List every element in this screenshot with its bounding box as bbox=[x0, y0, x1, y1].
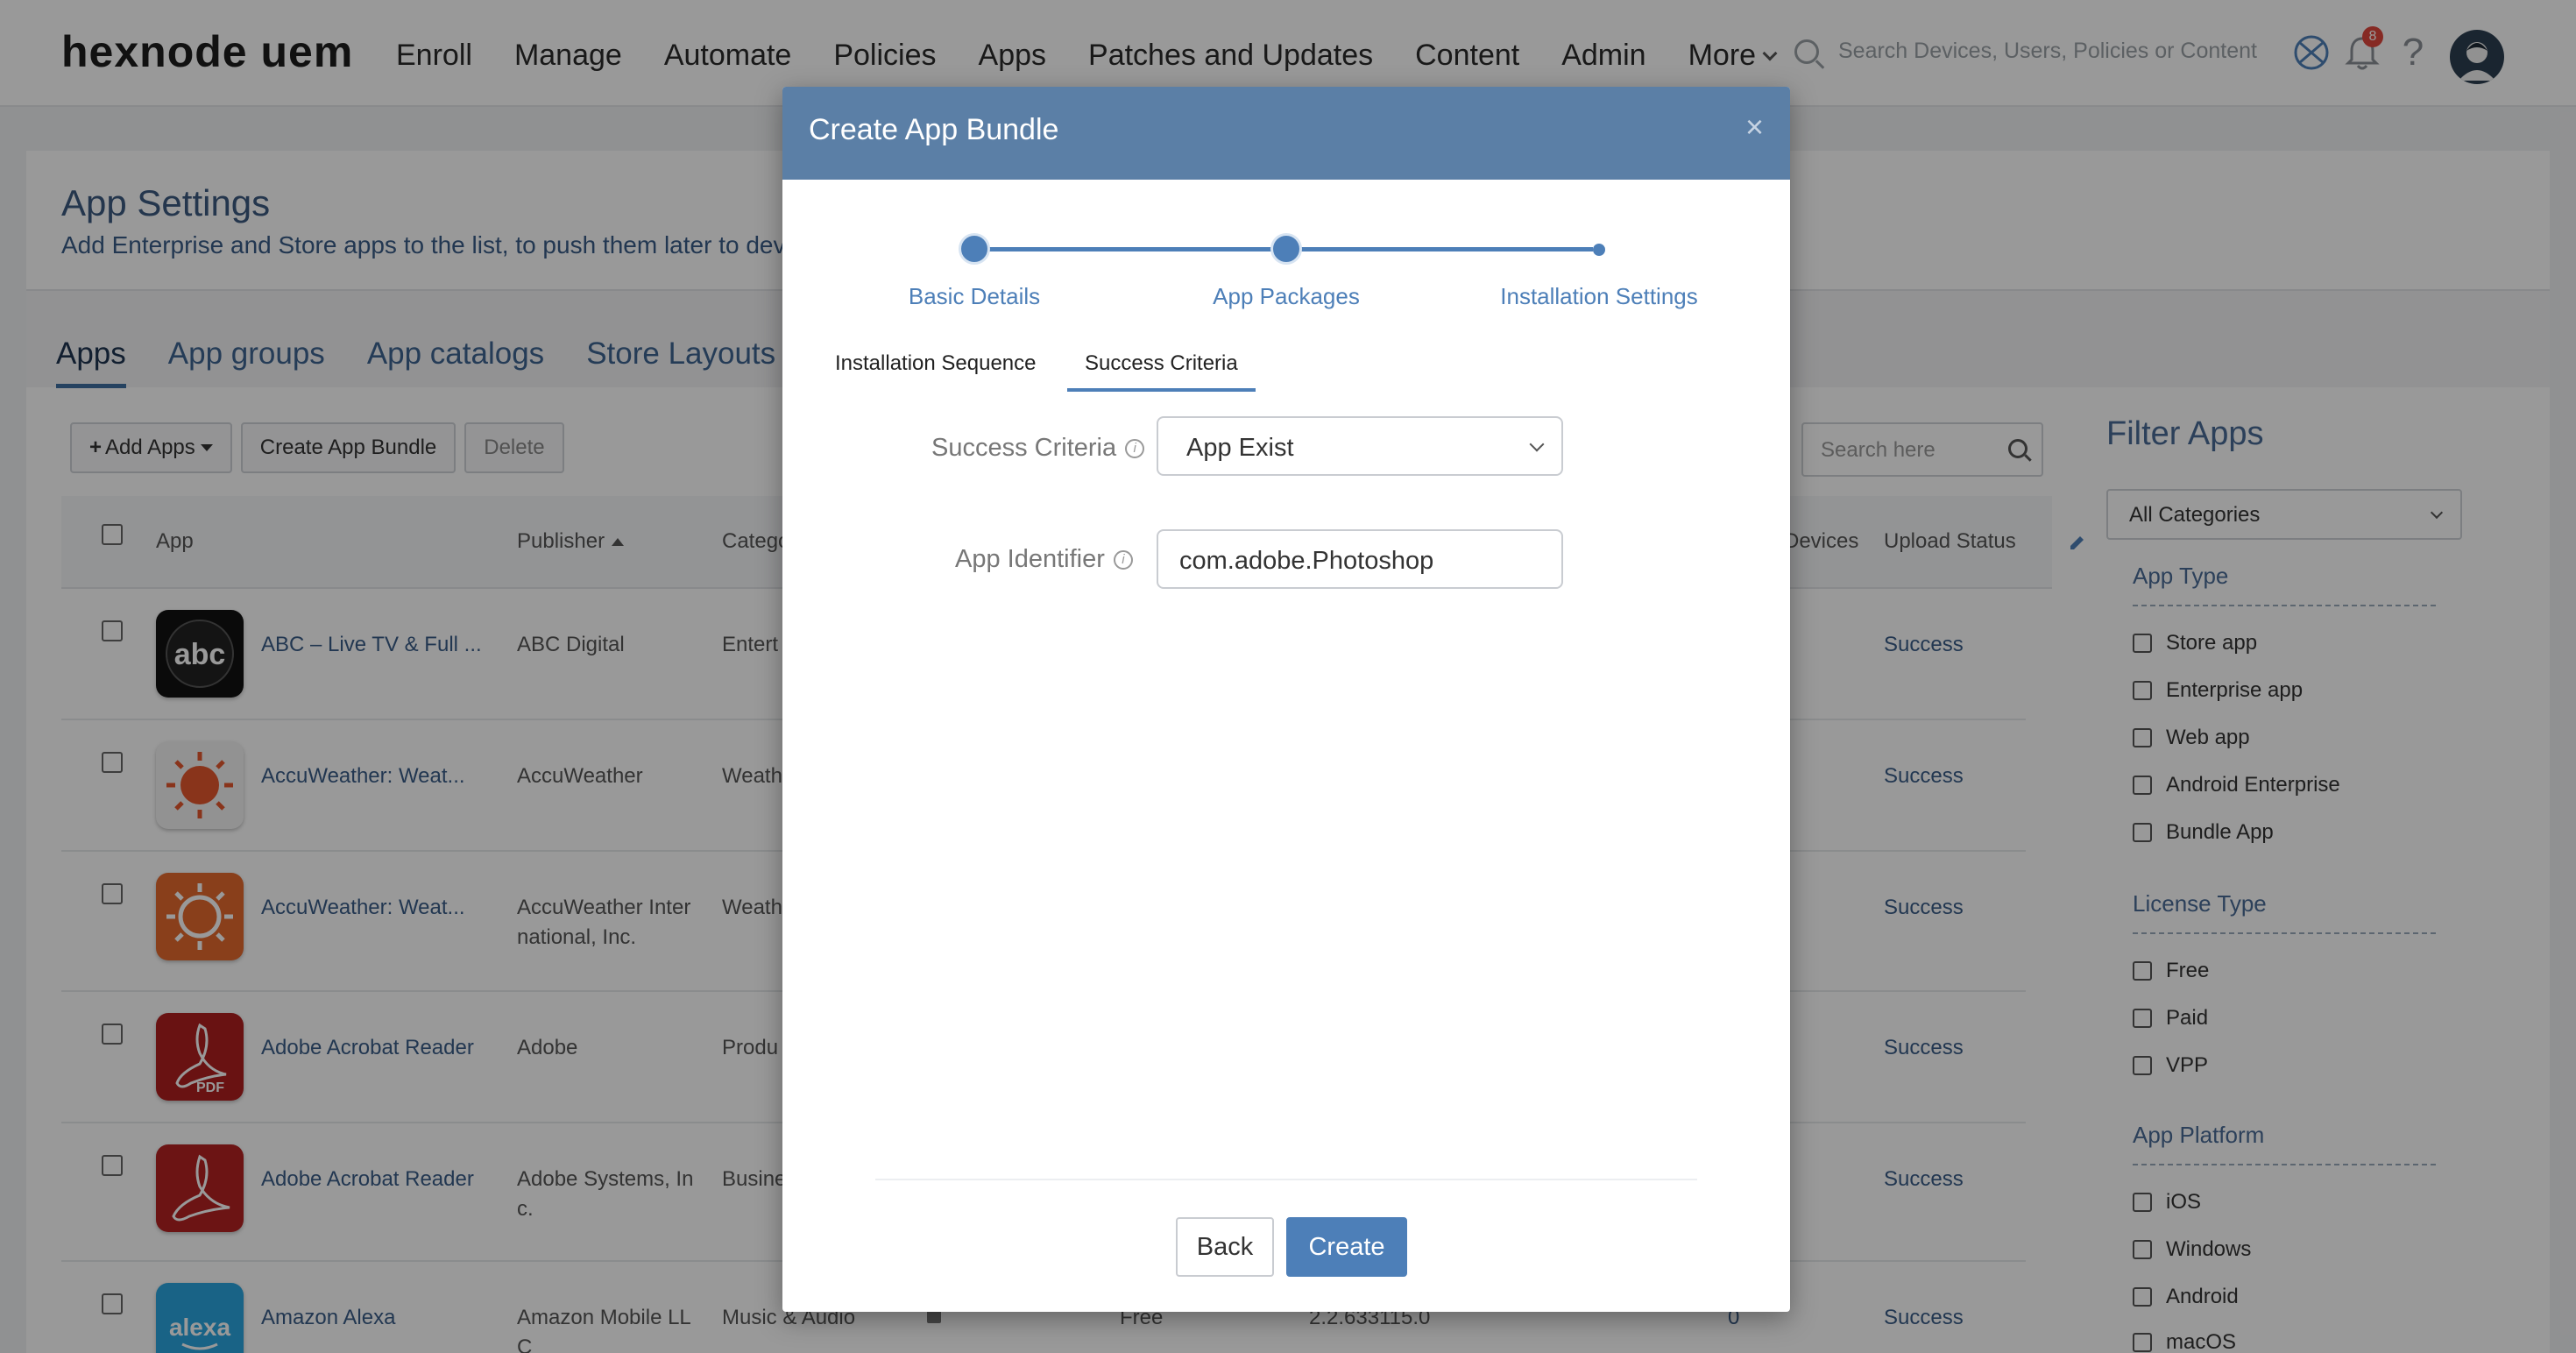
step-basic-details-label[interactable]: Basic Details bbox=[843, 283, 1106, 310]
info-icon[interactable]: i bbox=[1113, 550, 1133, 570]
chevron-down-icon bbox=[1529, 436, 1545, 452]
create-app-bundle-dialog: Create App Bundle × Basic Details App Pa… bbox=[782, 87, 1790, 1312]
back-button[interactable]: Back bbox=[1176, 1217, 1274, 1277]
stepper-progress-line bbox=[1286, 247, 1593, 251]
app-identifier-label-text: App Identifier bbox=[955, 545, 1105, 573]
dialog-header: Create App Bundle × bbox=[782, 87, 1790, 180]
success-criteria-label-text: Success Criteria bbox=[931, 434, 1117, 462]
tab-installation-sequence[interactable]: Installation Sequence bbox=[835, 351, 1037, 388]
stepper-progress-line bbox=[974, 247, 1286, 251]
footer-divider bbox=[875, 1179, 1697, 1180]
tab-success-criteria[interactable]: Success Criteria bbox=[1067, 351, 1256, 392]
app-identifier-value: com.adobe.Photoshop bbox=[1179, 547, 1434, 575]
success-criteria-value: App Exist bbox=[1186, 434, 1294, 462]
step-app-packages-dot[interactable] bbox=[1270, 233, 1302, 265]
app-identifier-input[interactable]: com.adobe.Photoshop bbox=[1157, 529, 1563, 589]
step-basic-details-dot[interactable] bbox=[959, 233, 990, 265]
close-icon[interactable]: × bbox=[1745, 111, 1764, 143]
success-criteria-label: Success Criteria i bbox=[931, 434, 1145, 463]
step-app-packages-label[interactable]: App Packages bbox=[1155, 283, 1418, 310]
create-button[interactable]: Create bbox=[1286, 1217, 1407, 1277]
info-icon[interactable]: i bbox=[1125, 439, 1145, 459]
step-installation-settings-label[interactable]: Installation Settings bbox=[1468, 283, 1730, 310]
step-installation-settings-dot[interactable] bbox=[1593, 244, 1605, 256]
success-criteria-select[interactable]: App Exist bbox=[1157, 416, 1563, 476]
app-identifier-label: App Identifier i bbox=[955, 545, 1133, 574]
dialog-title: Create App Bundle bbox=[809, 113, 1059, 146]
